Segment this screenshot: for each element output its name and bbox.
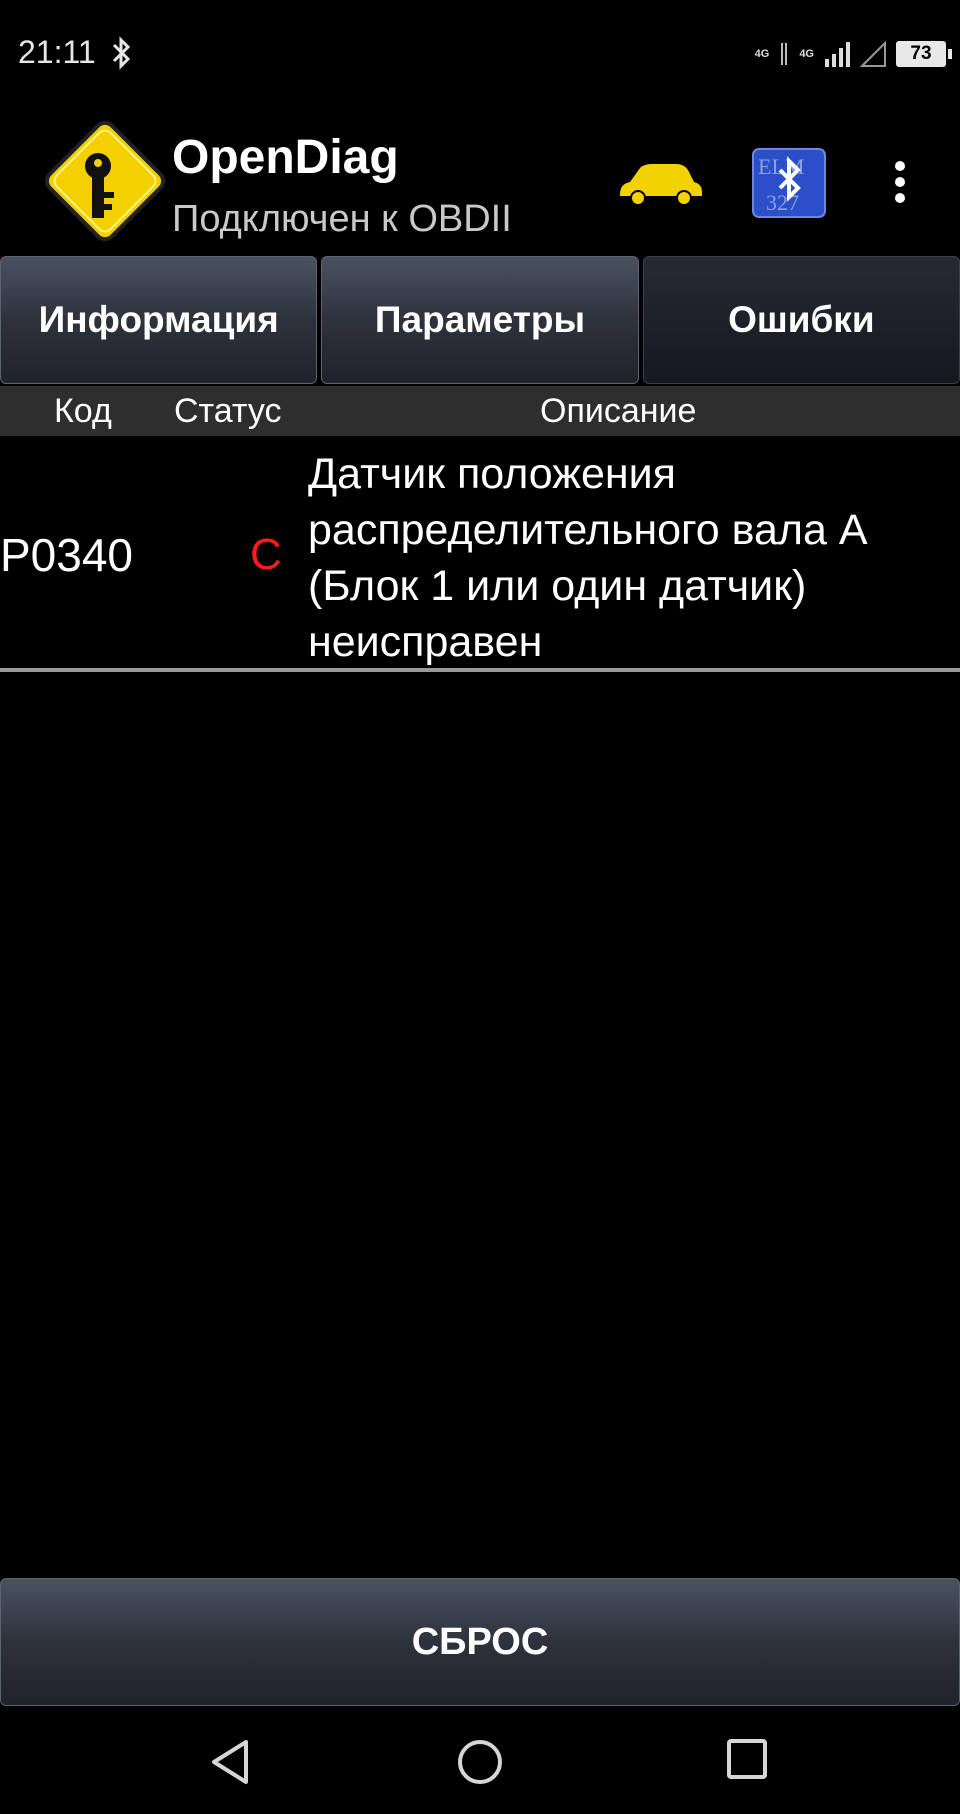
network-type-2: 4G [799, 47, 814, 60]
bluetooth-icon [112, 36, 131, 70]
app-logo-icon [44, 120, 166, 242]
row-divider [0, 668, 960, 672]
reset-button[interactable]: СБРОС [0, 1578, 960, 1706]
recents-icon[interactable] [726, 1738, 768, 1780]
tab-parameters[interactable]: Параметры [321, 256, 639, 384]
svg-text:ELM: ELM [758, 154, 804, 179]
header-status: Статус [174, 392, 282, 430]
data-arrows-icon [781, 43, 788, 65]
status-icons: 4G 4G 73 [754, 36, 952, 72]
table-row[interactable]: P0340 C Датчик положения распределительн… [0, 436, 960, 666]
error-description: Датчик положения распределительного вала… [308, 450, 868, 666]
app-bar: OpenDiag Подключен к OBDII ELM 327 [0, 104, 960, 256]
home-icon[interactable] [456, 1738, 504, 1786]
back-icon[interactable] [208, 1738, 252, 1786]
header-description: Описание [540, 392, 697, 430]
car-icon[interactable] [616, 160, 704, 208]
error-status: C [250, 530, 282, 579]
elm327-bluetooth-icon[interactable]: ELM 327 [752, 148, 826, 218]
tab-bar: Информация Параметры Ошибки [0, 256, 960, 384]
header-code: Код [54, 392, 112, 430]
tab-errors[interactable]: Ошибки [642, 256, 960, 384]
nav-bar [0, 1710, 960, 1814]
tab-information[interactable]: Информация [0, 256, 318, 384]
table-header: Код Статус Описание [0, 386, 960, 436]
signal-icon [825, 42, 850, 67]
status-time: 21:11 [18, 34, 96, 70]
error-code: P0340 [0, 529, 134, 581]
connection-status: Подключен к OBDII [172, 198, 512, 240]
network-type-1: 4G [754, 47, 770, 60]
app-title: OpenDiag [172, 131, 399, 184]
signal-empty-icon [860, 41, 886, 67]
overflow-menu-icon[interactable] [888, 158, 912, 206]
battery-icon: 73 [896, 41, 952, 67]
status-bar: 21:11 4G 4G 73 [0, 0, 960, 104]
